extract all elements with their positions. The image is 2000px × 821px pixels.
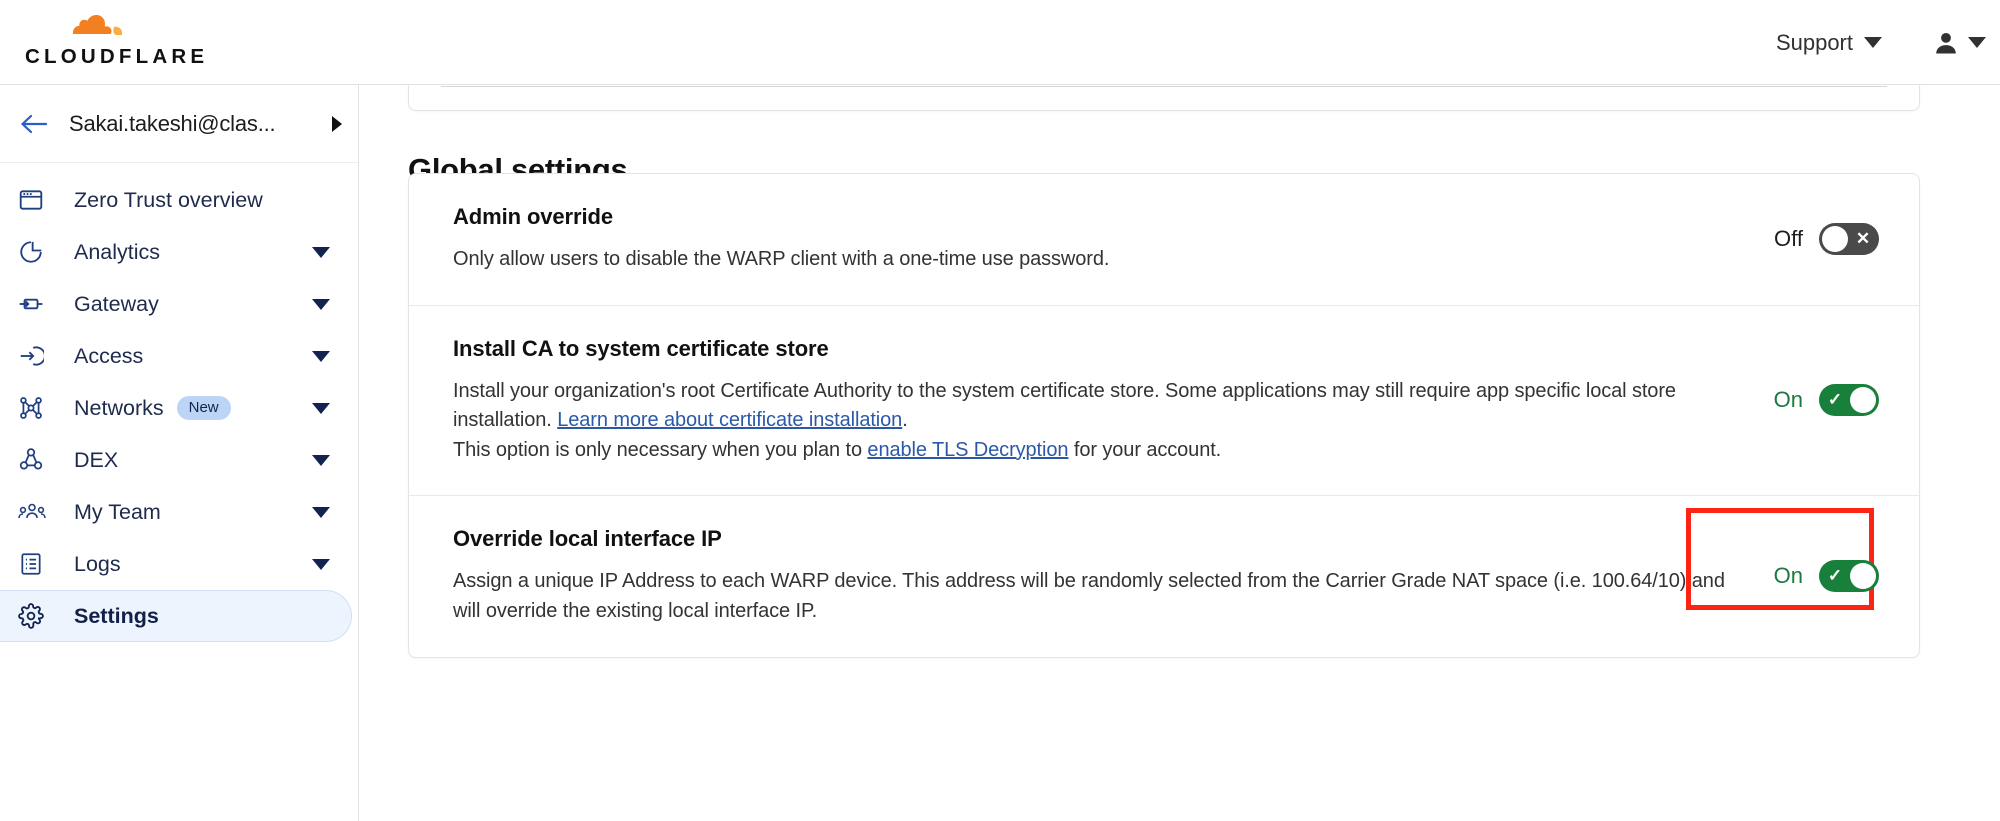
setting-text-block: Override local interface IP Assign a uni… (453, 526, 1774, 626)
cloudflare-logo[interactable]: CLOUDFLARE (12, 8, 204, 70)
setting-row-install-ca: Install CA to system certificate store I… (409, 306, 1919, 497)
users-group-icon (18, 499, 62, 525)
setting-description: Assign a unique IP Address to each WARP … (453, 570, 1725, 622)
sidebar-item-label: Networks (74, 395, 164, 420)
support-menu-button[interactable]: Support (1766, 24, 1892, 62)
chevron-down-icon[interactable] (312, 454, 330, 466)
account-switcher[interactable]: Sakai.takeshi@clas... (0, 85, 358, 163)
dex-nodes-icon (18, 447, 62, 473)
chevron-down-icon[interactable] (312, 506, 330, 518)
setting-title: Override local interface IP (453, 526, 722, 552)
enable-tls-decryption-link[interactable]: enable TLS Decryption (867, 439, 1068, 461)
cloudflare-zero-trust-settings-page: CLOUDFLARE Support Sakai.takeshi@clas... (0, 0, 2000, 821)
browser-window-icon (18, 187, 62, 213)
setting-row-override-local-interface-ip: Override local interface IP Assign a uni… (409, 496, 1919, 656)
chevron-down-icon[interactable] (312, 558, 330, 570)
setting-text-block: Install CA to system certificate store I… (453, 336, 1774, 466)
list-document-icon (18, 551, 62, 577)
sidebar-nav: Zero Trust overview Analytics Gateway Ac… (0, 163, 358, 642)
setting-row-admin-override: Admin override Only allow users to disab… (409, 174, 1919, 306)
toggle-state-label: On (1773, 387, 1803, 413)
admin-override-toggle[interactable]: ✕ (1819, 223, 1879, 256)
network-nodes-icon (18, 395, 62, 421)
sidebar-item-zero-trust-overview[interactable]: Zero Trust overview (0, 174, 352, 226)
chevron-down-icon[interactable] (312, 350, 330, 362)
setting-control: Off ✕ (1774, 223, 1879, 256)
access-login-icon (18, 343, 62, 369)
account-name: Sakai.takeshi@clas... (69, 110, 276, 136)
setting-control: On ✓ (1773, 384, 1879, 417)
setting-control: On ✓ (1685, 508, 1879, 611)
sidebar-item-networks[interactable]: Networks New (0, 382, 352, 434)
chevron-down-icon (1968, 37, 1986, 48)
setting-description: Only allow users to disable the WARP cli… (453, 248, 1110, 270)
toggle-knob (1850, 387, 1876, 414)
gateway-arrow-icon (18, 291, 62, 317)
sidebar-item-settings[interactable]: Settings (0, 590, 352, 642)
setting-description: Install your organization's root Certifi… (453, 377, 1754, 466)
chevron-right-icon (332, 115, 342, 132)
sidebar-item-label: My Team (74, 499, 161, 524)
toggle-state-label: Off (1774, 226, 1803, 252)
sidebar: Sakai.takeshi@clas... Zero Trust overvie… (0, 85, 359, 821)
table-divider (441, 86, 1887, 87)
gear-icon (18, 603, 62, 629)
sidebar-item-gateway[interactable]: Gateway (0, 278, 352, 330)
sidebar-item-label: Access (74, 343, 144, 368)
sidebar-item-badge: New (176, 396, 231, 420)
chevron-down-icon[interactable] (312, 298, 330, 310)
sidebar-item-access[interactable]: Access (0, 330, 352, 382)
sidebar-item-label: Analytics (74, 239, 161, 264)
check-icon: ✓ (1827, 566, 1843, 586)
install-ca-toggle[interactable]: ✓ (1819, 384, 1879, 417)
user-avatar-icon (1932, 29, 1960, 57)
description-text: . (902, 409, 908, 432)
profiles-table-card-clipped: Profile name Enabled (408, 85, 1920, 111)
chevron-down-icon (1864, 37, 1882, 48)
description-text: for your account. (1068, 438, 1222, 461)
sidebar-item-my-team[interactable]: My Team (0, 486, 352, 538)
setting-text-block: Admin override Only allow users to disab… (453, 204, 1774, 275)
main-content: Profile name Enabled Global settings Adm… (360, 85, 2000, 821)
setting-title: Admin override (453, 204, 613, 229)
sidebar-item-label: Logs (74, 551, 121, 576)
close-icon: ✕ (1855, 229, 1871, 249)
toggle-state-label: On (1773, 563, 1803, 589)
check-icon: ✓ (1827, 390, 1843, 410)
learn-more-certificate-link[interactable]: Learn more about certificate installatio… (557, 409, 902, 431)
top-bar-right-cluster: Support (1766, 0, 2000, 85)
sidebar-item-dex[interactable]: DEX (0, 434, 352, 486)
arrow-left-icon[interactable] (12, 112, 56, 136)
sidebar-item-label: Zero Trust overview (74, 187, 263, 212)
chevron-down-icon[interactable] (312, 246, 330, 258)
global-settings-card: Admin override Only allow users to disab… (408, 173, 1920, 658)
user-account-menu-button[interactable] (1892, 23, 1990, 63)
sidebar-item-logs[interactable]: Logs (0, 538, 352, 590)
sidebar-item-label: Settings (74, 603, 159, 628)
chevron-down-icon[interactable] (312, 402, 330, 414)
support-label: Support (1775, 29, 1853, 55)
sidebar-item-analytics[interactable]: Analytics (0, 226, 352, 278)
toggle-knob (1850, 563, 1876, 590)
override-local-interface-ip-toggle[interactable]: ✓ (1819, 560, 1879, 593)
sidebar-item-label: Gateway (74, 291, 159, 316)
top-bar: CLOUDFLARE Support (0, 0, 2000, 85)
setting-title: Install CA to system certificate store (453, 335, 829, 361)
pie-chart-icon (18, 239, 62, 265)
cloudflare-cloud-icon (72, 15, 123, 35)
description-text: This option is only necessary when you p… (453, 438, 868, 461)
toggle-knob (1822, 226, 1848, 253)
cloudflare-wordmark: CLOUDFLARE (25, 45, 209, 68)
sidebar-item-label: DEX (74, 447, 119, 472)
